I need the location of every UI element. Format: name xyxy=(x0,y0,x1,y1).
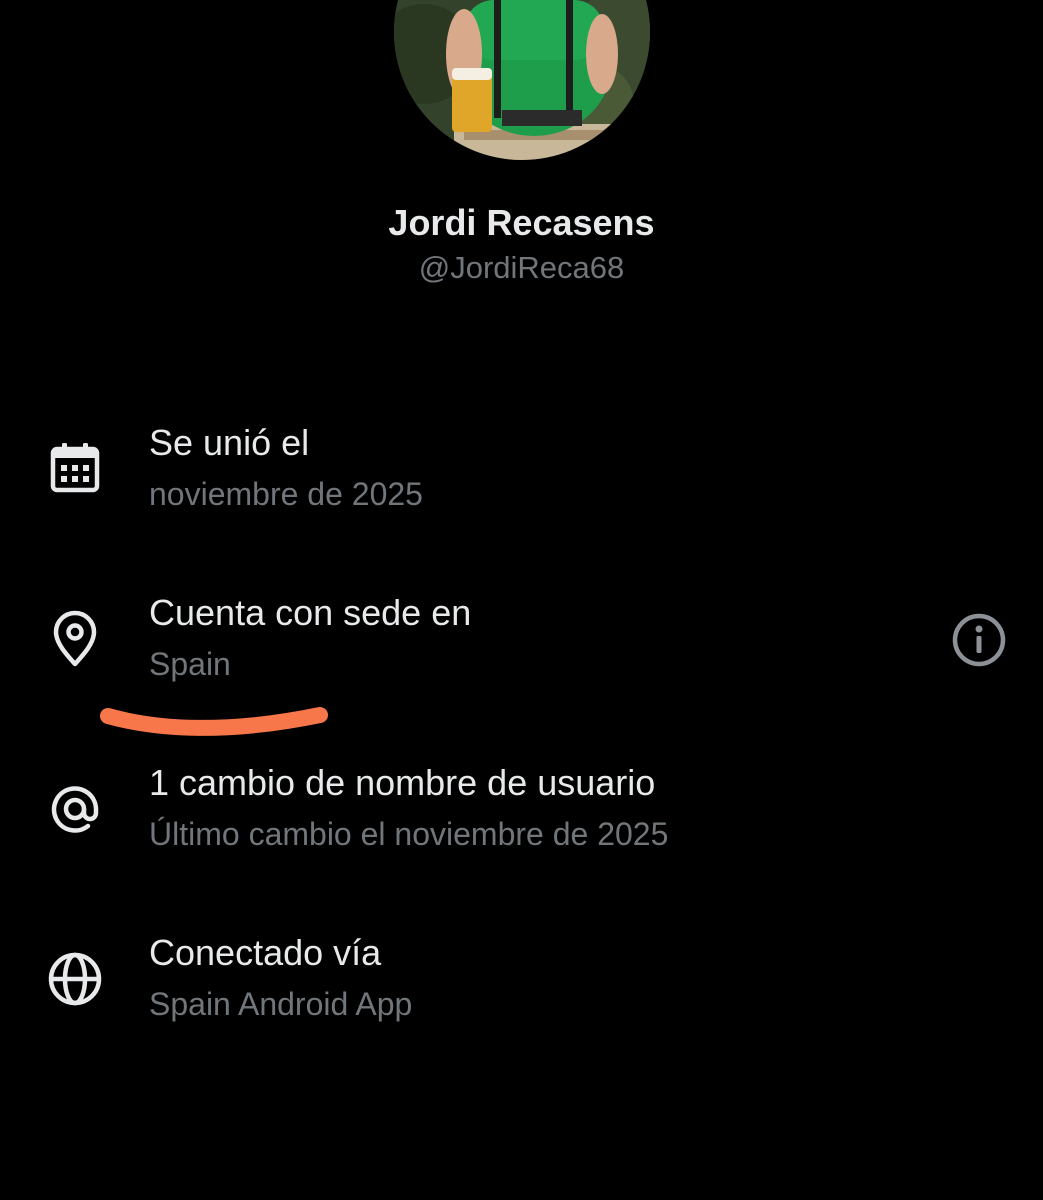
location-label: Cuenta con sede en xyxy=(149,592,472,633)
joined-date-row: Se unió el noviembre de 2025 xyxy=(0,422,1043,552)
joined-label: Se unió el xyxy=(149,422,310,463)
profile-name: Jordi Recasens xyxy=(388,202,655,243)
connected-via-value: Spain Android App xyxy=(149,986,413,1022)
calendar-icon xyxy=(50,443,100,493)
connected-via-row: Conectado vía Spain Android App xyxy=(0,932,1043,1062)
location-value: Spain xyxy=(149,646,231,682)
globe-icon xyxy=(48,952,102,1006)
location-pin-icon xyxy=(53,610,97,667)
at-sign-icon xyxy=(51,786,99,833)
info-icon[interactable] xyxy=(948,609,1010,671)
highlight-underline xyxy=(100,707,328,736)
profile-avatar[interactable] xyxy=(394,0,650,160)
username-changes-row: 1 cambio de nombre de usuario Último cam… xyxy=(0,762,1043,892)
username-changes-label: 1 cambio de nombre de usuario xyxy=(149,762,656,803)
connected-via-label: Conectado vía xyxy=(149,932,382,973)
profile-handle: @JordiReca68 xyxy=(418,250,625,285)
joined-value: noviembre de 2025 xyxy=(149,476,423,512)
username-changes-value: Último cambio el noviembre de 2025 xyxy=(149,816,669,852)
